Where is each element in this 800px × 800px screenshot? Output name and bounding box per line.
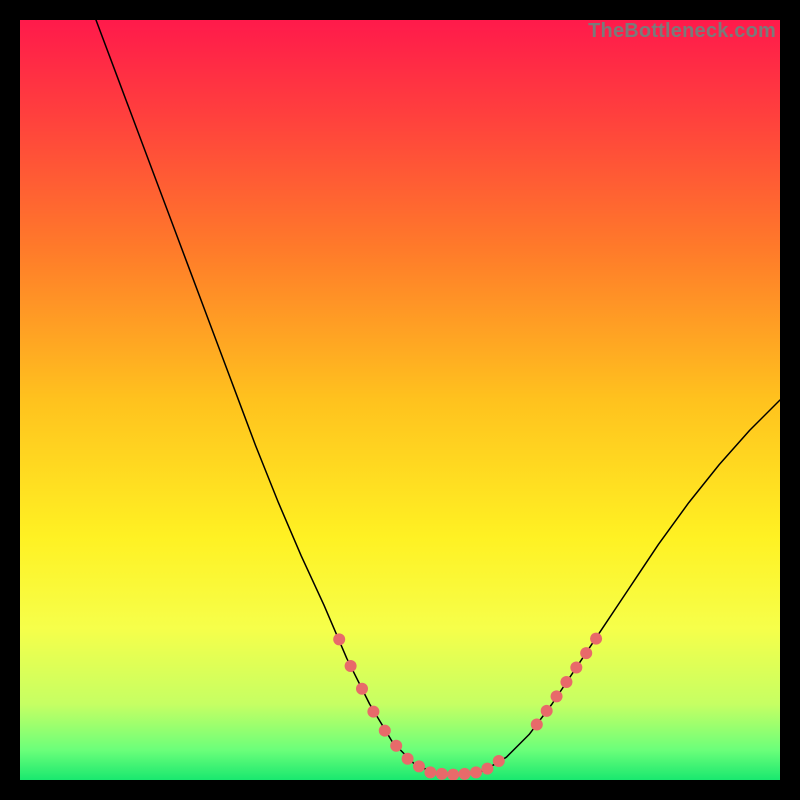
marker-dot (379, 725, 391, 737)
marker-dot (493, 755, 505, 767)
marker-dot (541, 705, 553, 717)
marker-dot (402, 753, 414, 765)
marker-dot (481, 763, 493, 775)
marker-dot (459, 768, 471, 780)
marker-dot (413, 760, 425, 772)
chart-frame: TheBottleneck.com (20, 20, 780, 780)
marker-dot (470, 766, 482, 778)
marker-dot (531, 719, 543, 731)
watermark-text: TheBottleneck.com (588, 20, 776, 43)
marker-dot (356, 683, 368, 695)
marker-dot (436, 768, 448, 780)
bottleneck-chart (20, 20, 780, 780)
marker-dot (390, 740, 402, 752)
marker-dot (367, 706, 379, 718)
marker-dot (333, 633, 345, 645)
marker-dot (570, 662, 582, 674)
marker-dot (560, 676, 572, 688)
chart-background (20, 20, 780, 780)
marker-dot (345, 660, 357, 672)
marker-dot (580, 647, 592, 659)
marker-dot (424, 766, 436, 778)
marker-dot (590, 633, 602, 645)
marker-dot (551, 690, 563, 702)
